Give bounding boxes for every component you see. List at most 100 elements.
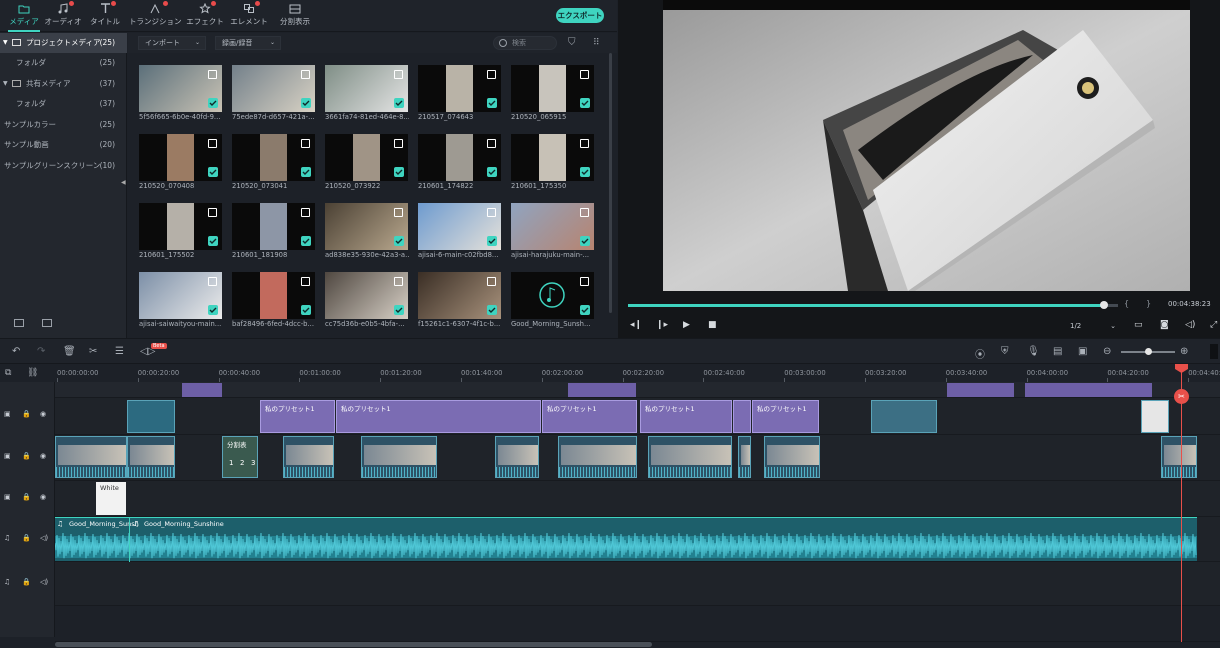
video-clip[interactable] <box>764 436 820 478</box>
media-thumbnail[interactable] <box>232 134 315 181</box>
mark-in-icon[interactable]: { <box>1124 299 1129 308</box>
collapse-panel-icon[interactable]: ◀ <box>121 179 126 186</box>
tab-elements[interactable]: エレメント <box>225 1 273 30</box>
render-icon[interactable]: ⦿ <box>975 346 985 361</box>
media-thumbnail[interactable] <box>232 272 315 319</box>
timeline-ruler[interactable]: 00:00:00:00 00:00:20:00 00:00:40:00 00:01:0… <box>55 364 1220 382</box>
filter-icon[interactable]: ⛉ <box>568 37 576 48</box>
record-dropdown[interactable]: 録画/録音 ⌄ <box>215 36 281 50</box>
add-track-icon[interactable]: ⧉ <box>5 368 11 378</box>
media-thumbnail[interactable] <box>325 134 408 181</box>
zoom-in-icon[interactable]: ⊕ <box>1180 346 1188 357</box>
redo-icon[interactable]: ↷ <box>37 346 45 357</box>
media-scrollbar[interactable] <box>609 53 612 313</box>
voiceover-icon[interactable]: ▤ <box>1053 346 1062 357</box>
folder-icon[interactable] <box>42 319 52 327</box>
title-clip[interactable]: 私のプリセット1 <box>542 400 637 433</box>
library-item-sample-greenscreen[interactable]: サンプルグリーンスクリーン (10) <box>0 156 127 176</box>
range-marker[interactable] <box>947 383 1014 397</box>
speaker-icon[interactable]: ◁) <box>40 578 48 586</box>
split-screen-clip[interactable]: 分割表 1 2 3 <box>222 436 258 478</box>
eye-icon[interactable]: ◉ <box>40 452 46 460</box>
media-thumbnail[interactable] <box>232 65 315 112</box>
media-thumbnail[interactable] <box>418 134 501 181</box>
eye-icon[interactable]: ◉ <box>40 410 46 418</box>
library-item-project-media[interactable]: ▼ プロジェクトメディア (25) <box>0 33 127 53</box>
zoom-slider-handle[interactable] <box>1145 348 1152 355</box>
media-thumbnail[interactable] <box>139 65 222 112</box>
tab-audio[interactable]: オーディオ <box>39 1 87 30</box>
microphone-icon[interactable]: 🎙 <box>1027 346 1040 357</box>
tab-title[interactable]: タイトル <box>81 1 129 30</box>
title-clip[interactable]: 私のプリセット1 <box>336 400 541 433</box>
range-marker[interactable] <box>568 383 636 397</box>
eye-icon[interactable]: ◉ <box>40 493 46 501</box>
video-clip[interactable] <box>55 436 127 478</box>
audio-clip[interactable]: ♫ Good_Morning_Sunsh ♫ Good_Morning_Suns… <box>55 517 1197 562</box>
play-frame-icon[interactable]: ❙▸ <box>656 320 668 330</box>
snap-icon[interactable]: ▣ <box>1078 346 1087 357</box>
playback-progress[interactable] <box>628 304 1106 307</box>
library-item-sample-videos[interactable]: サンプル動画 (20) <box>0 135 127 155</box>
fullscreen-icon[interactable]: ⤢ <box>1210 320 1217 330</box>
video-clip[interactable] <box>127 436 175 478</box>
media-thumbnail[interactable] <box>139 203 222 250</box>
video-clip[interactable] <box>738 436 751 478</box>
adjust-icon[interactable]: ☰ <box>115 346 124 357</box>
snapshot-camera-icon[interactable]: ◙ <box>1160 320 1169 330</box>
library-item-folder[interactable]: フォルダ (25) <box>0 53 127 73</box>
tab-effects[interactable]: エフェクト <box>181 1 229 30</box>
title-clip[interactable]: 私のプリセット1 <box>752 400 819 433</box>
media-thumbnail[interactable] <box>139 272 222 319</box>
range-marker[interactable] <box>1025 383 1152 397</box>
playback-scrubber-handle[interactable] <box>1100 301 1108 309</box>
title-clip[interactable] <box>733 400 751 433</box>
video-clip[interactable] <box>871 400 937 433</box>
timeline-scrollbar[interactable] <box>55 642 652 647</box>
undo-icon[interactable]: ↶ <box>12 346 20 357</box>
lock-icon[interactable]: 🔒 <box>22 493 31 501</box>
video-clip[interactable] <box>495 436 539 478</box>
export-button[interactable]: エクスポート <box>556 8 604 23</box>
stop-icon[interactable]: ■ <box>708 320 717 330</box>
title-clip[interactable]: 私のプリセット1 <box>260 400 335 433</box>
library-item-sample-colors[interactable]: サンプルカラー (25) <box>0 115 127 135</box>
range-marker[interactable] <box>182 383 222 397</box>
media-thumbnail[interactable] <box>418 272 501 319</box>
video-clip[interactable] <box>127 400 175 433</box>
grid-view-icon[interactable]: ⠿ <box>593 38 600 48</box>
title-clip[interactable]: 私のプリセット1 <box>640 400 732 433</box>
media-thumbnail[interactable] <box>232 203 315 250</box>
zoom-out-icon[interactable]: ⊖ <box>1103 346 1111 357</box>
cut-icon[interactable]: ✂ <box>89 346 97 357</box>
scissors-icon[interactable]: ✂ <box>1174 389 1189 404</box>
color-clip[interactable]: White <box>96 482 126 515</box>
video-clip[interactable] <box>283 436 334 478</box>
library-item-shared-media[interactable]: ▼ 共有メディア (37) <box>0 74 127 94</box>
new-folder-icon[interactable] <box>14 319 24 327</box>
video-clip[interactable] <box>361 436 437 478</box>
video-clip[interactable] <box>1161 436 1197 478</box>
lock-icon[interactable]: 🔒 <box>22 452 31 460</box>
play-icon[interactable]: ▶ <box>683 320 690 330</box>
media-thumbnail[interactable] <box>325 272 408 319</box>
display-icon[interactable]: ▭ <box>1134 320 1143 330</box>
playhead[interactable] <box>1181 364 1182 642</box>
marker-icon[interactable]: ⛨ <box>1001 346 1009 357</box>
library-item-shared-folder[interactable]: フォルダ (37) <box>0 94 127 114</box>
quality-dropdown[interactable]: 1/2 ⌄ <box>1066 319 1120 333</box>
mark-out-icon[interactable]: } <box>1146 299 1151 308</box>
lock-icon[interactable]: 🔒 <box>22 410 31 418</box>
media-thumbnail[interactable] <box>511 203 594 250</box>
panel-toggle-icon[interactable] <box>1210 344 1218 359</box>
speaker-icon[interactable]: ◁) <box>40 534 48 542</box>
tab-transition[interactable]: トランジション <box>129 1 182 30</box>
media-thumbnail[interactable] <box>511 134 594 181</box>
step-back-icon[interactable]: ◂❙ <box>630 320 642 330</box>
media-thumbnail[interactable] <box>511 272 594 319</box>
video-clip[interactable] <box>558 436 637 478</box>
media-thumbnail[interactable] <box>418 203 501 250</box>
media-thumbnail[interactable] <box>325 203 408 250</box>
volume-icon[interactable]: ◁) <box>1185 320 1195 330</box>
video-clip[interactable] <box>1141 400 1169 433</box>
